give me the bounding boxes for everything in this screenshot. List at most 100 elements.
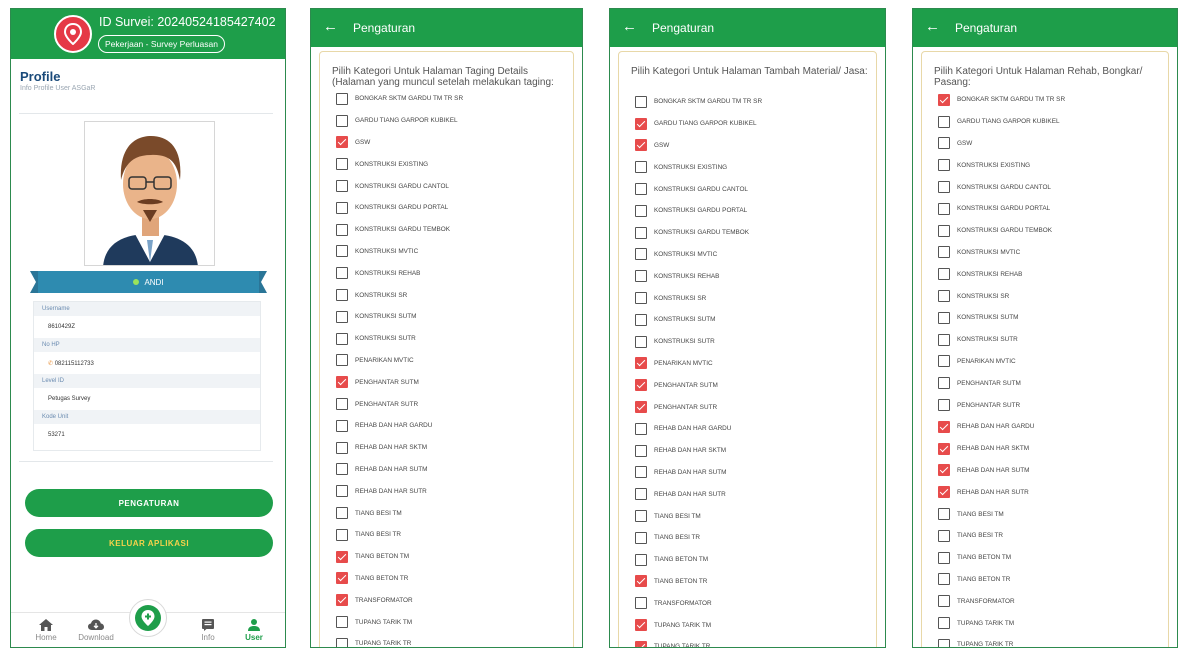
checkbox-checked-icon[interactable] <box>938 93 950 106</box>
back-arrow-icon[interactable]: ← <box>622 19 637 35</box>
category-item[interactable]: REHAB DAN HAR GARDU <box>635 418 868 440</box>
category-item[interactable]: KONSTRUKSI SUTR <box>635 331 868 353</box>
checkbox-unchecked-icon[interactable] <box>635 270 647 283</box>
checkbox-unchecked-icon[interactable] <box>938 355 950 368</box>
category-item[interactable]: KONSTRUKSI SUTR <box>938 329 1160 351</box>
category-item[interactable]: KONSTRUKSI GARDU PORTAL <box>635 200 868 222</box>
checkbox-unchecked-icon[interactable] <box>336 528 348 541</box>
category-item[interactable]: TIANG BETON TM <box>336 546 565 568</box>
checkbox-checked-icon[interactable] <box>635 357 647 370</box>
checkbox-unchecked-icon[interactable] <box>336 441 348 454</box>
checkbox-unchecked-icon[interactable] <box>336 223 348 236</box>
category-item[interactable]: GSW <box>938 133 1160 155</box>
category-item[interactable]: GARDU TIANG GARPOR KUBIKEL <box>336 110 565 132</box>
category-item[interactable]: REHAB DAN HAR SKTM <box>336 437 565 459</box>
category-item[interactable]: TIANG BESI TR <box>336 524 565 546</box>
category-item[interactable]: REHAB DAN HAR SKTM <box>635 440 868 462</box>
category-item[interactable]: PENGHANTAR SUTR <box>635 396 868 418</box>
checkbox-unchecked-icon[interactable] <box>336 310 348 323</box>
checkbox-unchecked-icon[interactable] <box>336 463 348 476</box>
checkbox-unchecked-icon[interactable] <box>938 333 950 346</box>
checkbox-unchecked-icon[interactable] <box>336 398 348 411</box>
category-item[interactable]: PENGHANTAR SUTM <box>938 372 1160 394</box>
category-item[interactable]: GSW <box>635 135 868 157</box>
category-item[interactable]: TRANSFORMATOR <box>635 592 868 614</box>
checkbox-unchecked-icon[interactable] <box>938 508 950 521</box>
category-item[interactable]: TRANSFORMATOR <box>938 590 1160 612</box>
category-item[interactable]: PENGHANTAR SUTR <box>938 394 1160 416</box>
checkbox-unchecked-icon[interactable] <box>938 290 950 303</box>
category-item[interactable]: REHAB DAN HAR SUTM <box>635 462 868 484</box>
checkbox-unchecked-icon[interactable] <box>635 488 647 501</box>
category-item[interactable]: KONSTRUKSI GARDU TEMBOK <box>938 220 1160 242</box>
checkbox-unchecked-icon[interactable] <box>336 637 348 647</box>
category-item[interactable]: KONSTRUKSI GARDU TEMBOK <box>336 219 565 241</box>
checkbox-unchecked-icon[interactable] <box>938 595 950 608</box>
checkbox-unchecked-icon[interactable] <box>635 422 647 435</box>
checkbox-unchecked-icon[interactable] <box>635 597 647 610</box>
category-item[interactable]: TIANG BETON TM <box>635 549 868 571</box>
checkbox-unchecked-icon[interactable] <box>938 377 950 390</box>
checkbox-unchecked-icon[interactable] <box>938 399 950 412</box>
category-item[interactable]: KONSTRUKSI SR <box>635 287 868 309</box>
category-item[interactable]: TUPANG TARIK TM <box>336 611 565 633</box>
category-item[interactable]: KONSTRUKSI EXISTING <box>336 153 565 175</box>
checkbox-unchecked-icon[interactable] <box>938 115 950 128</box>
category-item[interactable]: REHAB DAN HAR SUTR <box>635 483 868 505</box>
category-item[interactable]: REHAB DAN HAR SKTM <box>938 438 1160 460</box>
checkbox-unchecked-icon[interactable] <box>336 267 348 280</box>
category-item[interactable]: TUPANG TARIK TR <box>938 634 1160 647</box>
category-item[interactable]: KONSTRUKSI SUTM <box>938 307 1160 329</box>
category-item[interactable]: KONSTRUKSI SUTR <box>336 328 565 350</box>
checkbox-unchecked-icon[interactable] <box>635 553 647 566</box>
checkbox-unchecked-icon[interactable] <box>635 161 647 174</box>
category-item[interactable]: PENGHANTAR SUTR <box>336 393 565 415</box>
checkbox-checked-icon[interactable] <box>635 640 647 647</box>
category-item[interactable]: REHAB DAN HAR SUTM <box>938 460 1160 482</box>
checkbox-unchecked-icon[interactable] <box>336 616 348 629</box>
category-item[interactable]: KONSTRUKSI GARDU TEMBOK <box>635 222 868 244</box>
checkbox-unchecked-icon[interactable] <box>938 529 950 542</box>
category-item[interactable]: KONSTRUKSI SR <box>938 285 1160 307</box>
logout-button[interactable]: KELUAR APLIKASI <box>25 529 273 557</box>
category-item[interactable]: KONSTRUKSI GARDU PORTAL <box>938 198 1160 220</box>
checkbox-checked-icon[interactable] <box>635 139 647 152</box>
category-item[interactable]: BONGKAR SKTM GARDU TM TR SR <box>938 89 1160 111</box>
category-item[interactable]: REHAB DAN HAR SUTM <box>336 459 565 481</box>
checkbox-unchecked-icon[interactable] <box>336 507 348 520</box>
checkbox-unchecked-icon[interactable] <box>938 573 950 586</box>
category-item[interactable]: KONSTRUKSI REHAB <box>938 263 1160 285</box>
category-item[interactable]: REHAB DAN HAR SUTR <box>336 480 565 502</box>
checkbox-unchecked-icon[interactable] <box>336 354 348 367</box>
category-item[interactable]: PENGHANTAR SUTM <box>336 371 565 393</box>
add-location-fab[interactable] <box>129 599 167 637</box>
category-item[interactable]: BONGKAR SKTM GARDU TM TR SR <box>336 88 565 110</box>
checkbox-checked-icon[interactable] <box>938 442 950 455</box>
category-item[interactable]: PENGHANTAR SUTM <box>635 374 868 396</box>
category-item[interactable]: GSW <box>336 132 565 154</box>
checkbox-checked-icon[interactable] <box>938 420 950 433</box>
category-item[interactable]: KONSTRUKSI MVTIC <box>336 241 565 263</box>
checkbox-unchecked-icon[interactable] <box>635 183 647 196</box>
back-arrow-icon[interactable]: ← <box>925 19 940 35</box>
category-item[interactable]: KONSTRUKSI MVTIC <box>635 244 868 266</box>
category-item[interactable]: TIANG BETON TR <box>938 569 1160 591</box>
checkbox-checked-icon[interactable] <box>938 486 950 499</box>
category-item[interactable]: TRANSFORMATOR <box>336 589 565 611</box>
category-item[interactable]: TIANG BETON TM <box>938 547 1160 569</box>
category-item[interactable]: REHAB DAN HAR GARDU <box>938 416 1160 438</box>
checkbox-unchecked-icon[interactable] <box>336 289 348 302</box>
category-item[interactable]: KONSTRUKSI EXISTING <box>635 156 868 178</box>
checkbox-unchecked-icon[interactable] <box>336 114 348 127</box>
category-item[interactable]: TIANG BESI TM <box>938 503 1160 525</box>
category-item[interactable]: TIANG BESI TR <box>938 525 1160 547</box>
checkbox-checked-icon[interactable] <box>635 117 647 130</box>
checkbox-unchecked-icon[interactable] <box>635 313 647 326</box>
checkbox-unchecked-icon[interactable] <box>635 226 647 239</box>
checkbox-unchecked-icon[interactable] <box>938 311 950 324</box>
category-item[interactable]: KONSTRUKSI GARDU CANTOL <box>938 176 1160 198</box>
checkbox-checked-icon[interactable] <box>635 379 647 392</box>
checkbox-checked-icon[interactable] <box>336 136 348 149</box>
category-item[interactable]: TUPANG TARIK TM <box>938 612 1160 634</box>
checkbox-unchecked-icon[interactable] <box>336 245 348 258</box>
